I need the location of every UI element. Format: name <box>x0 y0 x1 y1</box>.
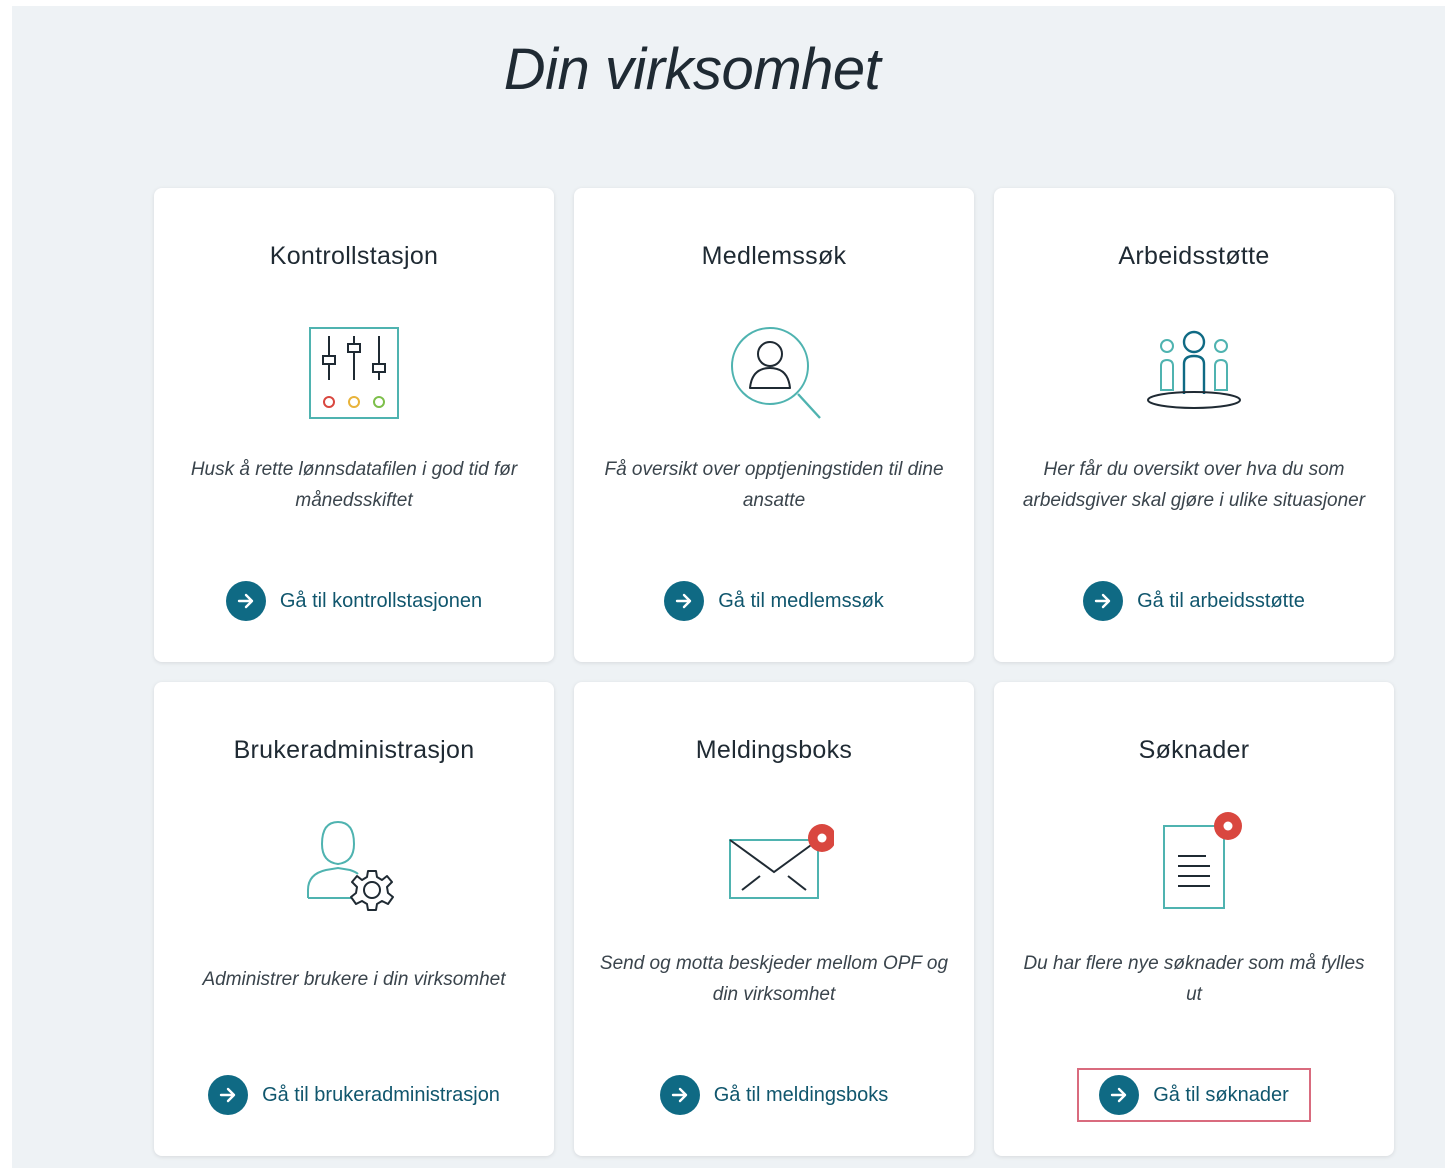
goto-kontrollstasjon-link[interactable]: Gå til kontrollstasjonen <box>154 574 554 628</box>
control-panel-icon <box>294 316 414 426</box>
link-label: Gå til medlemssøk <box>718 589 884 612</box>
goto-arbeidsstotte-link[interactable]: Gå til arbeidsstøtte <box>994 574 1394 628</box>
card-description: Administrer brukere i din virksomhet <box>202 969 506 990</box>
card-kontrollstasjon: Kontrollstasjon Husk å rette lønnsdatafi… <box>154 188 554 662</box>
card-description: Få oversikt over opptjeningstiden til di… <box>604 459 944 511</box>
link-label: Gå til arbeidsstøtte <box>1137 589 1305 612</box>
card-description: Du har flere nye søknader som må fylles … <box>1023 953 1365 1005</box>
page-title: Din virksomhet <box>503 37 881 102</box>
card-description: Her får du oversikt over hva du som arbe… <box>1022 459 1366 511</box>
highlight-frame[interactable]: Gå til søknader <box>1077 1068 1311 1122</box>
arrow-right-icon <box>659 1075 700 1115</box>
card-title: Medlemssøk <box>701 242 847 270</box>
card-description: Husk å rette lønnsdatafilen i god tid fø… <box>190 459 518 511</box>
member-search-icon <box>714 316 834 426</box>
arrow-right-icon <box>225 581 266 621</box>
goto-brukeradministrasjon-link[interactable]: Gå til brukeradministrasjon <box>154 1068 554 1122</box>
arrow-right-icon <box>1099 1075 1140 1115</box>
goto-soknader-link[interactable]: Gå til søknader <box>994 1068 1394 1122</box>
link-label: Gå til brukeradministrasjon <box>262 1083 500 1106</box>
card-title: Meldingsboks <box>695 736 853 764</box>
card-title: Søknader <box>1138 736 1250 764</box>
goto-medlemssok-link[interactable]: Gå til medlemssøk <box>574 574 974 628</box>
card-title: Brukeradministrasjon <box>233 736 475 764</box>
card-soknader: Søknader Du har flere nye søknader som m… <box>994 682 1394 1156</box>
link-label: Gå til søknader <box>1153 1083 1289 1106</box>
card-description: Send og motta beskjeder mellom OPF og di… <box>599 953 949 1005</box>
user-settings-icon <box>294 810 414 920</box>
people-group-icon <box>1134 316 1254 426</box>
link-label: Gå til kontrollstasjonen <box>279 589 483 612</box>
card-meldingsboks: Meldingsboks Send og motta beskjeder mel… <box>574 682 974 1156</box>
card-title: Arbeidsstøtte <box>1118 242 1270 270</box>
arrow-right-icon <box>208 1075 249 1115</box>
document-notification-icon <box>1134 810 1254 920</box>
card-brukeradministrasjon: Brukeradministrasjon Administrer brukere… <box>154 682 554 1156</box>
card-medlemssok: Medlemssøk Få oversikt over opptjeningst… <box>574 188 974 662</box>
goto-meldingsboks-link[interactable]: Gå til meldingsboks <box>574 1068 974 1122</box>
arrow-right-icon <box>1083 581 1124 621</box>
envelope-notification-icon <box>714 810 836 920</box>
card-arbeidsstotte: Arbeidsstøtte Her får du oversikt over h… <box>994 188 1394 662</box>
link-label: Gå til meldingsboks <box>713 1083 889 1106</box>
card-title: Kontrollstasjon <box>269 242 439 270</box>
arrow-right-icon <box>664 581 705 621</box>
